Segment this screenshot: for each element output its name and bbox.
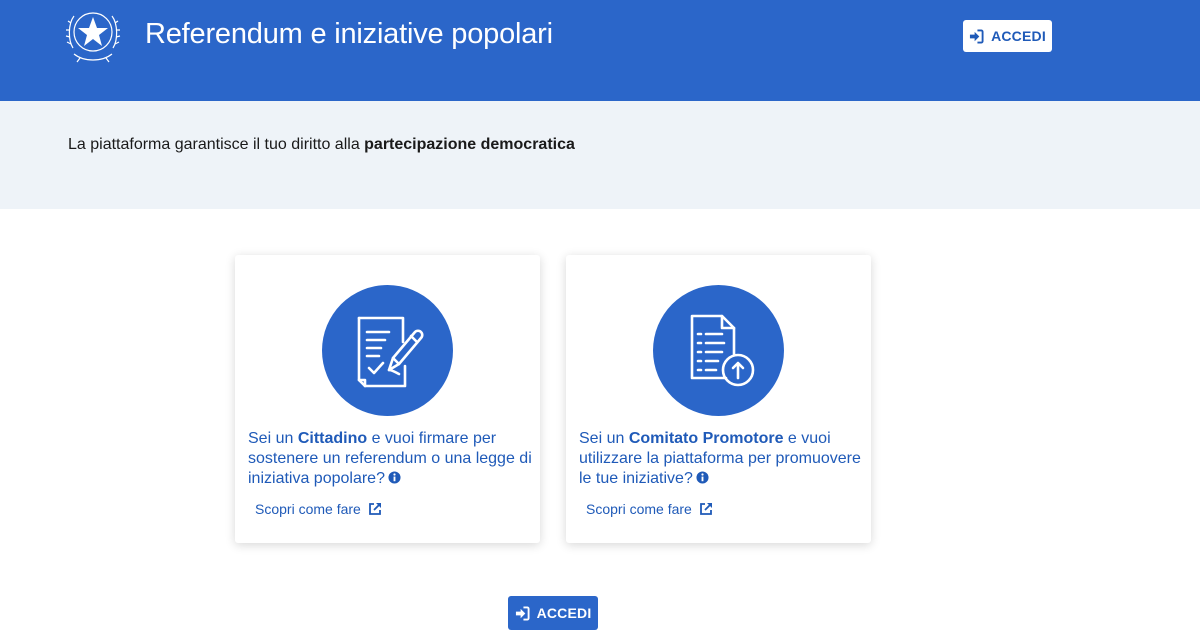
committee-text-prefix: Sei un [579, 430, 629, 447]
sign-document-icon [357, 316, 424, 387]
main-login-label: ACCEDI [536, 605, 592, 621]
intro-tagline: La piattaforma garantisce il tuo diritto… [68, 136, 575, 154]
committee-card-text: Sei un Comitato Promotore e vuoi utilizz… [579, 429, 864, 489]
intro-text-bold: partecipazione democratica [364, 136, 575, 153]
upload-document-icon [690, 314, 754, 386]
committee-card: Sei un Comitato Promotore e vuoi utilizz… [566, 255, 871, 543]
app-title: Referendum e iniziative popolari [145, 18, 553, 50]
citizen-learn-more-link[interactable]: Scopri come fare [255, 501, 382, 517]
committee-text-bold: Comitato Promotore [628, 430, 784, 447]
italian-republic-emblem-icon[interactable] [64, 4, 122, 66]
committee-link-label: Scopri come fare [586, 501, 692, 517]
intro-text: La piattaforma garantisce il tuo diritto… [68, 136, 365, 153]
sign-in-icon [970, 28, 984, 44]
main-login-button[interactable]: ACCEDI [508, 596, 598, 630]
citizen-card: Sei un Cittadino e vuoi firmare per sost… [235, 255, 540, 543]
card-icon-circle [322, 285, 453, 416]
citizen-text-bold: Cittadino [297, 430, 368, 447]
info-icon[interactable] [388, 471, 401, 484]
site-header: Referendum e iniziative popolari ACCEDI [0, 0, 1200, 101]
header-login-button[interactable]: ACCEDI [963, 20, 1052, 52]
card-icon-circle [653, 285, 784, 416]
header-login-label: ACCEDI [991, 28, 1046, 44]
external-link-icon [368, 503, 381, 515]
citizen-link-label: Scopri come fare [255, 501, 361, 517]
citizen-card-text: Sei un Cittadino e vuoi firmare per sost… [248, 429, 533, 489]
sign-in-icon [515, 605, 530, 621]
citizen-text-prefix: Sei un [248, 430, 298, 447]
info-icon[interactable] [696, 471, 709, 484]
committee-learn-more-link[interactable]: Scopri come fare [586, 501, 713, 517]
intro-band [0, 101, 1200, 209]
external-link-icon [699, 503, 712, 515]
